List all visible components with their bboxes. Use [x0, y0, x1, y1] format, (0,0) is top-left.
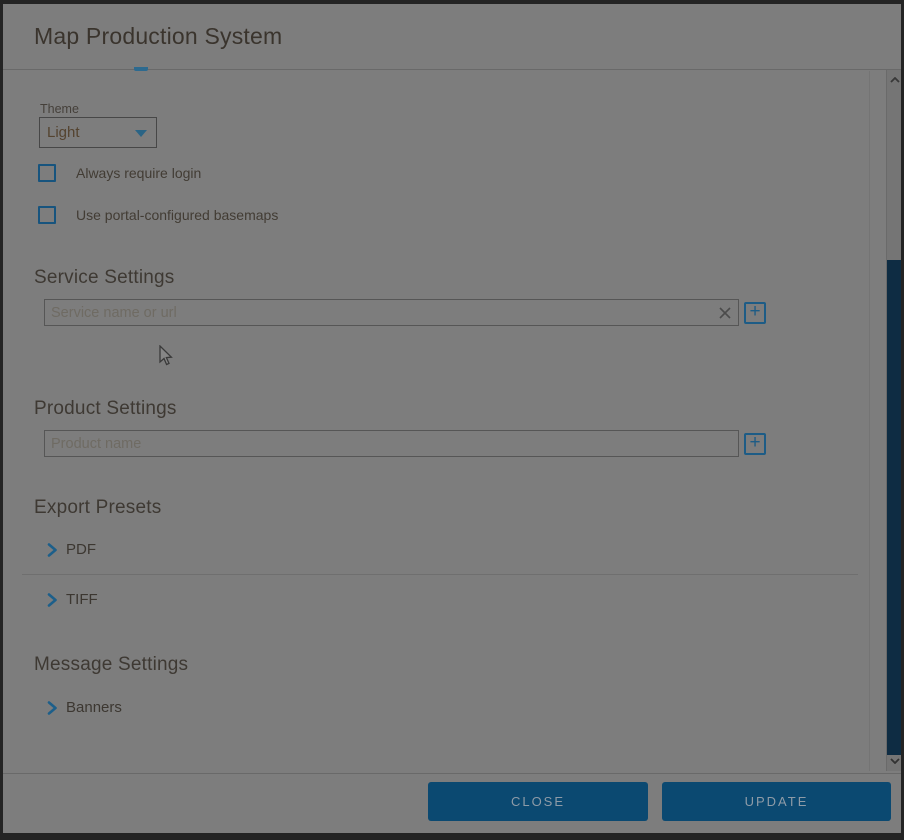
service-input-wrap [44, 299, 739, 326]
always-require-login-label: Always require login [76, 165, 201, 181]
add-product-button[interactable]: + [744, 433, 766, 455]
service-name-input[interactable] [44, 299, 739, 326]
scrollbar-thumb[interactable] [887, 260, 901, 755]
always-require-login-checkbox[interactable] [38, 164, 56, 182]
tiff-preset-label: TIFF [66, 591, 98, 608]
banners-row[interactable]: Banners [47, 699, 122, 716]
chevron-down-icon [890, 758, 900, 764]
footer-divider [3, 773, 901, 774]
chevron-right-icon [47, 701, 58, 715]
pdf-preset-label: PDF [66, 541, 96, 558]
scroll-up-button[interactable] [887, 72, 901, 88]
portal-basemaps-label: Use portal-configured basemaps [76, 207, 278, 223]
mouse-cursor [158, 345, 174, 367]
theme-select[interactable]: Light [39, 117, 157, 148]
banners-label: Banners [66, 699, 122, 716]
export-preset-tiff-row[interactable]: TIFF [47, 591, 98, 608]
vertical-scrollbar[interactable] [886, 70, 901, 771]
screen-frame: Map Production System Theme Light Always… [0, 0, 904, 840]
x-icon [718, 306, 732, 320]
portal-basemaps-checkbox[interactable] [38, 206, 56, 224]
export-presets-heading: Export Presets [34, 497, 161, 519]
export-preset-pdf-row[interactable]: PDF [47, 541, 96, 558]
close-button[interactable]: CLOSE [428, 782, 648, 821]
scroll-down-button[interactable] [887, 753, 901, 769]
product-settings-heading: Product Settings [34, 398, 177, 420]
chevron-up-icon [890, 77, 900, 83]
portal-basemaps-row[interactable]: Use portal-configured basemaps [38, 206, 278, 224]
message-settings-heading: Message Settings [34, 654, 188, 676]
chevron-right-icon [47, 593, 58, 607]
add-service-button[interactable]: + [744, 302, 766, 324]
chevron-right-icon [47, 543, 58, 557]
plus-icon: + [749, 434, 760, 452]
product-input-wrap [44, 430, 739, 457]
theme-label: Theme [40, 102, 79, 116]
scrolled-element-fragment [134, 67, 148, 71]
dialog-title: Map Production System [34, 23, 282, 50]
always-require-login-row[interactable]: Always require login [38, 164, 201, 182]
caret-down-icon [135, 130, 147, 137]
theme-select-value: Light [47, 124, 80, 141]
service-settings-heading: Service Settings [34, 267, 175, 289]
update-button[interactable]: UPDATE [662, 782, 891, 821]
content-edge-line [869, 71, 870, 771]
plus-icon: + [749, 303, 760, 321]
preset-divider [22, 574, 858, 575]
dialog-header: Map Production System [3, 4, 901, 70]
product-name-input[interactable] [44, 430, 739, 457]
clear-service-input-button[interactable] [716, 304, 733, 321]
map-production-system-dialog: Map Production System Theme Light Always… [3, 4, 901, 833]
